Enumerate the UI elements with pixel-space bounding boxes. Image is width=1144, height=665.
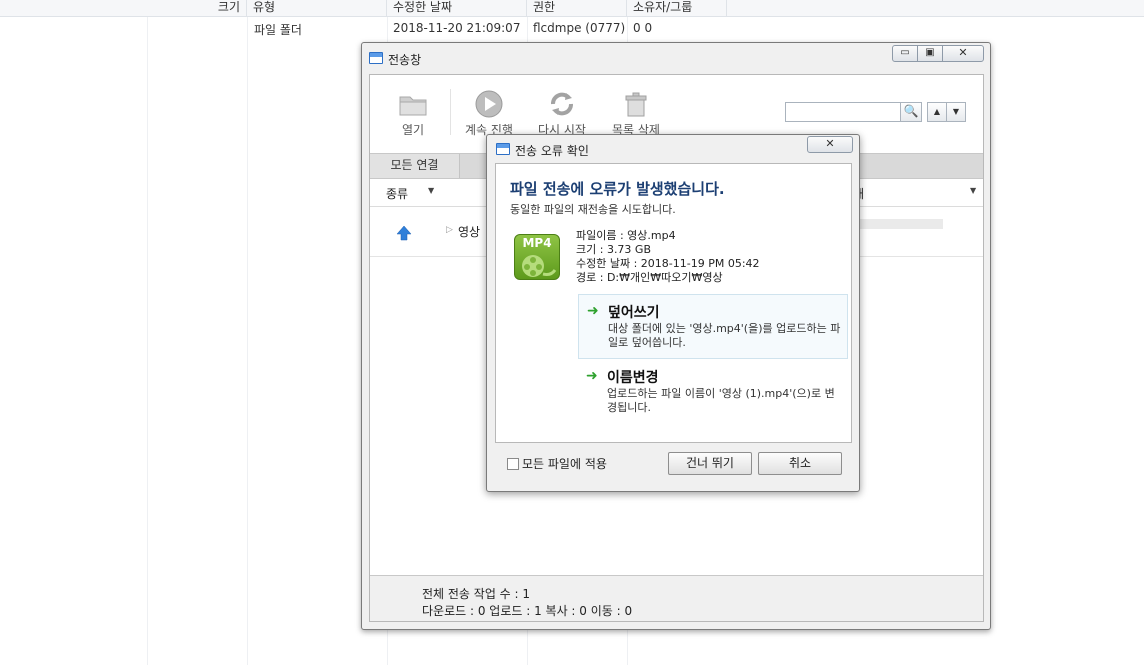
chevron-down-icon[interactable]: ▼ [428, 186, 434, 195]
column-size[interactable]: 크기 [147, 0, 247, 16]
search-button[interactable]: 🔍 [900, 102, 922, 122]
skip-button[interactable]: 건너 뛰기 [668, 452, 752, 475]
trash-icon [625, 92, 647, 117]
overwrite-description: 대상 폴더에 있는 '영상.mp4'(을)를 업로드하는 파일로 덮어씁니다. [608, 322, 841, 349]
apply-all-label: 모든 파일에 적용 [522, 457, 607, 471]
file-row-owner[interactable]: 0 0 [633, 21, 652, 35]
open-label: 열기 [401, 123, 425, 137]
minimize-button[interactable]: ▭ [892, 45, 918, 62]
status-total: 전체 전송 작업 수 : 1 [422, 587, 531, 601]
nav-up-button[interactable]: ▲ [927, 102, 947, 122]
refresh-icon [551, 92, 573, 116]
transfer-file-name: 영상 [458, 225, 481, 239]
column-divider [147, 17, 148, 665]
column-owner-group[interactable]: 소유자/그룹 [627, 0, 727, 16]
mp4-icon-label: MP4 [522, 236, 552, 250]
overwrite-option[interactable]: ➜ 덮어쓰기 대상 폴더에 있는 '영상.mp4'(을)를 업로드하는 파일로 … [578, 294, 848, 359]
mp4-file-icon: MP4 [514, 234, 560, 280]
open-button[interactable]: 열기 [378, 89, 448, 138]
search-icon: 🔍 [903, 104, 919, 118]
rename-option[interactable]: ➜ 이름변경 업로드하는 파일 이름이 '영상 (1).mp4'(으)로 변경됩… [578, 360, 848, 425]
chevron-down-icon[interactable]: ▼ [970, 186, 976, 195]
arrow-right-icon: ➜ [587, 303, 599, 319]
column-divider [247, 17, 248, 665]
play-icon [475, 90, 503, 118]
window-icon [369, 52, 383, 64]
dialog-title: 전송 오류 확인 [515, 144, 589, 158]
nav-down-button[interactable]: ▼ [946, 102, 966, 122]
dialog-body: 파일 전송에 오류가 발생했습니다. 동일한 파일의 재전송을 시도합니다. M… [495, 163, 852, 443]
column-type[interactable]: 유형 [247, 0, 387, 16]
upload-arrow-icon [396, 225, 412, 241]
folder-icon [399, 96, 427, 116]
resume-button[interactable]: 계속 진행 [454, 89, 524, 138]
file-list-header: 크기 유형 수정한 날짜 권한 소유자/그룹 [0, 0, 1144, 17]
transfer-error-dialog: 전송 오류 확인 ✕ 파일 전송에 오류가 발생했습니다. 동일한 파일의 재전… [486, 134, 860, 492]
window-title: 전송창 [388, 53, 422, 67]
error-heading: 파일 전송에 오류가 발생했습니다. [510, 180, 725, 198]
file-row-modified[interactable]: 2018-11-20 21:09:07 [393, 21, 520, 35]
arrow-right-icon: ➜ [586, 368, 598, 384]
apply-all-checkbox[interactable]: 모든 파일에 적용 [507, 455, 607, 472]
column-modified[interactable]: 수정한 날짜 [387, 0, 527, 16]
tab-all-connections[interactable]: 모든 연결 [370, 154, 460, 178]
cancel-button[interactable]: 취소 [758, 452, 842, 475]
file-row-type[interactable]: 파일 폴더 [254, 21, 302, 38]
rename-title: 이름변경 [607, 370, 659, 386]
checkbox-icon[interactable] [507, 458, 519, 470]
error-subheading: 동일한 파일의 재전송을 시도합니다. [510, 203, 676, 216]
file-row-permission[interactable]: flcdmpe (0777) [533, 21, 625, 35]
close-button[interactable]: ✕ [942, 45, 984, 62]
delete-list-button[interactable]: 목록 삭제 [601, 89, 671, 138]
status-counts: 다운로드 : 0 업로드 : 1 복사 : 0 이동 : 0 [422, 604, 633, 618]
column-kind[interactable]: 종류 [386, 185, 408, 202]
restart-button[interactable]: 다시 시작 [527, 89, 597, 138]
column-permission[interactable]: 권한 [527, 0, 627, 16]
overwrite-title: 덮어쓰기 [608, 305, 660, 321]
film-reel-icon [522, 255, 557, 277]
expand-arrow-icon[interactable]: ▷ [446, 225, 453, 235]
maximize-button[interactable]: ▣ [917, 45, 943, 62]
dialog-icon [496, 143, 510, 155]
file-info-path: 경로 : D:₩개인₩따오기₩영상 [576, 271, 723, 284]
rename-description: 업로드하는 파일 이름이 '영상 (1).mp4'(으)로 변경됩니다. [607, 387, 835, 414]
caption-buttons: ▭ ▣ ✕ [892, 45, 984, 62]
status-bar: 전체 전송 작업 수 : 1 다운로드 : 0 업로드 : 1 복사 : 0 이… [370, 575, 983, 621]
dialog-close-button[interactable]: ✕ [807, 136, 853, 153]
search-input[interactable] [785, 102, 901, 122]
toolbar-separator [450, 89, 451, 135]
